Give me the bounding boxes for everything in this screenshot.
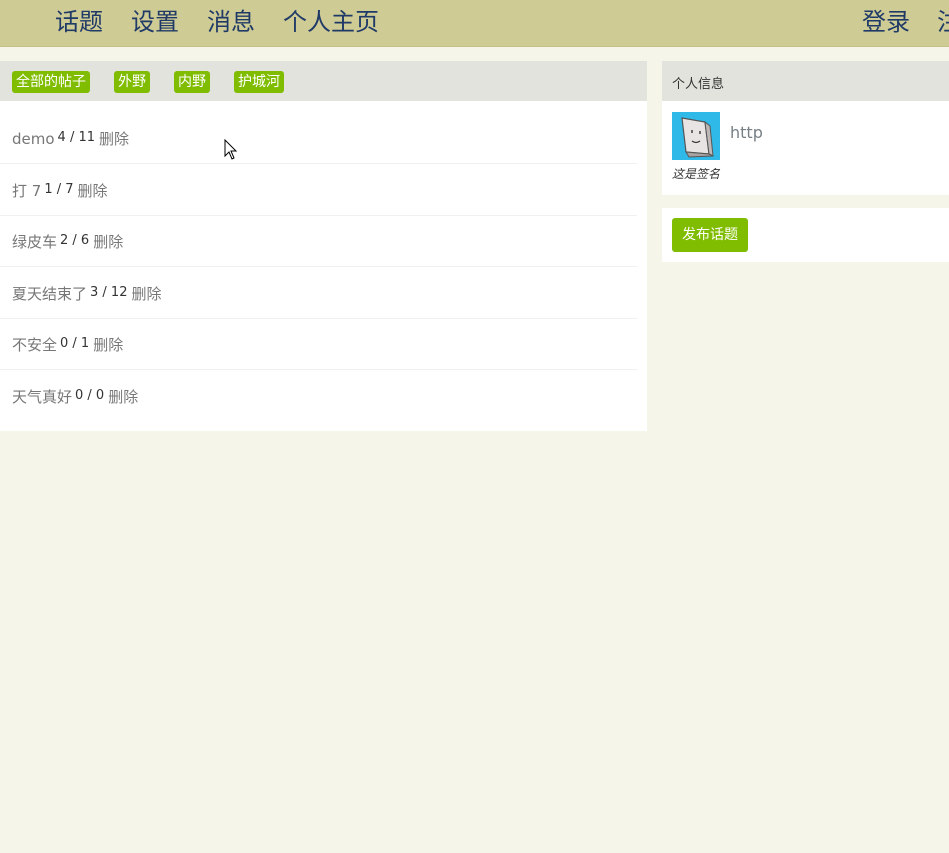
topic-reply-count: 3 / 12	[90, 285, 128, 300]
topic-row: 夏天结束了 3 / 12 删除	[0, 267, 637, 319]
topic-delete-link[interactable]: 删除	[131, 285, 161, 303]
topic-title-link[interactable]: 绿皮车	[12, 233, 57, 251]
nav-settings-link[interactable]: 设置	[131, 6, 179, 38]
topic-delete-link[interactable]: 删除	[99, 130, 129, 148]
nav-profile-link[interactable]: 个人主页	[283, 6, 379, 38]
avatar[interactable]	[672, 112, 720, 160]
tab-infield[interactable]: 内野	[174, 71, 210, 93]
topic-list-panel: 全部的帖子 外野 内野 护城河 demo 4 / 11 删除 打 71 / 7 删除 …	[0, 61, 647, 431]
topic-reply-count: 1 / 7	[44, 182, 74, 197]
topic-reply-count: 4 / 11	[57, 130, 96, 145]
topic-row: 天气真好 0 / 0 删除	[0, 370, 637, 421]
top-navbar: 话题 设置 消息 个人主页 登录 注	[0, 0, 949, 47]
topic-reply-count: 0 / 1	[60, 336, 90, 351]
profile-panel: 个人信息 http 这是签名	[662, 61, 949, 195]
topic-title-link[interactable]: demo	[12, 130, 55, 148]
topic-title-link[interactable]: 夏天结束了	[12, 285, 87, 303]
nav-topics-link[interactable]: 话题	[55, 6, 103, 38]
avatar-face-icon	[672, 112, 720, 160]
nav-messages-link[interactable]: 消息	[207, 6, 255, 38]
profile-signature: 这是签名	[672, 167, 721, 181]
create-topic-panel: 发布话题	[662, 208, 949, 262]
topic-row: 打 71 / 7 删除	[0, 164, 637, 216]
topic-delete-link[interactable]: 删除	[93, 336, 123, 354]
mouse-cursor-icon	[224, 139, 238, 160]
topic-title-link[interactable]: 不安全	[12, 336, 57, 354]
topic-reply-count: 0 / 0	[75, 388, 105, 403]
topic-title-link[interactable]: 打 7	[12, 182, 41, 200]
tab-moat[interactable]: 护城河	[234, 71, 284, 93]
create-topic-button[interactable]: 发布话题	[672, 218, 748, 252]
tab-all-posts[interactable]: 全部的帖子	[12, 71, 90, 93]
topic-row: 绿皮车 2 / 6 删除	[0, 215, 637, 267]
nav-register-link[interactable]: 注	[937, 6, 949, 38]
topic-title-link[interactable]: 天气真好	[12, 388, 72, 406]
profile-link[interactable]: http	[730, 123, 763, 142]
topic-row: demo 4 / 11 删除	[0, 112, 637, 164]
topic-delete-link[interactable]: 删除	[108, 388, 138, 406]
tab-outfield[interactable]: 外野	[114, 71, 150, 93]
nav-login-link[interactable]: 登录	[862, 6, 910, 38]
topic-delete-link[interactable]: 删除	[78, 182, 108, 200]
profile-panel-header: 个人信息	[662, 61, 949, 101]
topic-reply-count: 2 / 6	[60, 233, 90, 248]
topic-delete-link[interactable]: 删除	[93, 233, 123, 251]
topic-row: 不安全 0 / 1 删除	[0, 318, 637, 370]
profile-panel-title: 个人信息	[672, 77, 725, 92]
tab-bar: 全部的帖子 外野 内野 护城河	[0, 61, 647, 101]
